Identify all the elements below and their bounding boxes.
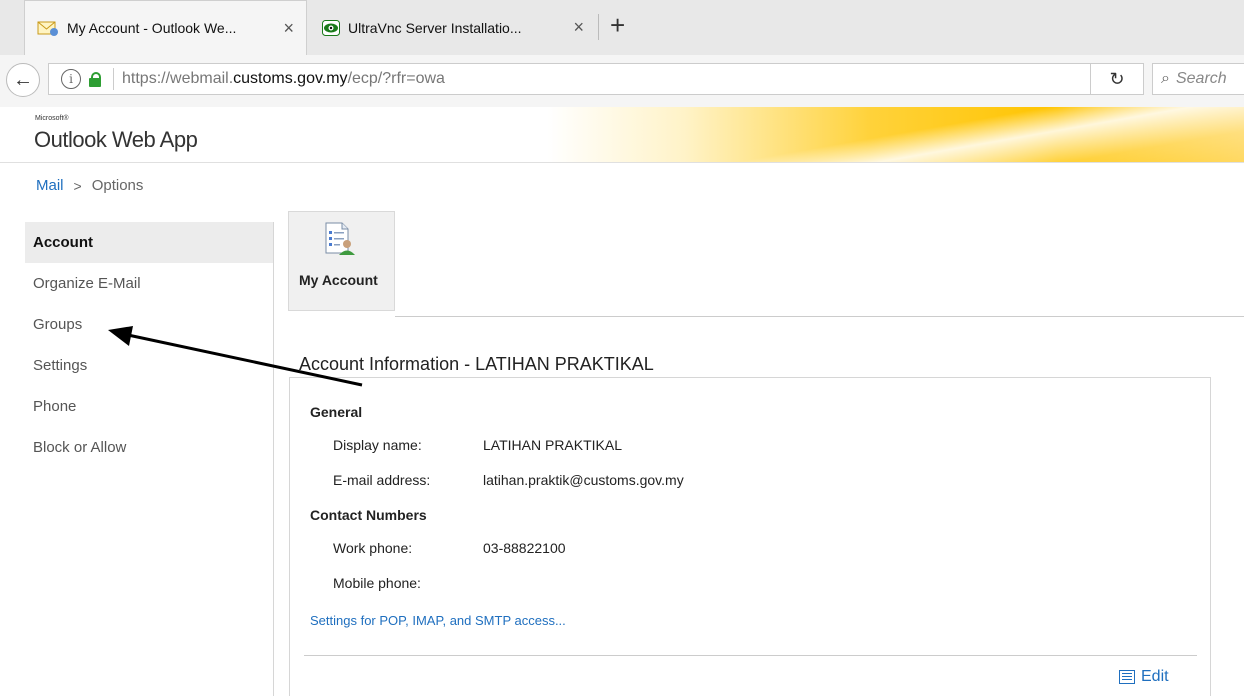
annotation-arrow: [108, 326, 363, 387]
